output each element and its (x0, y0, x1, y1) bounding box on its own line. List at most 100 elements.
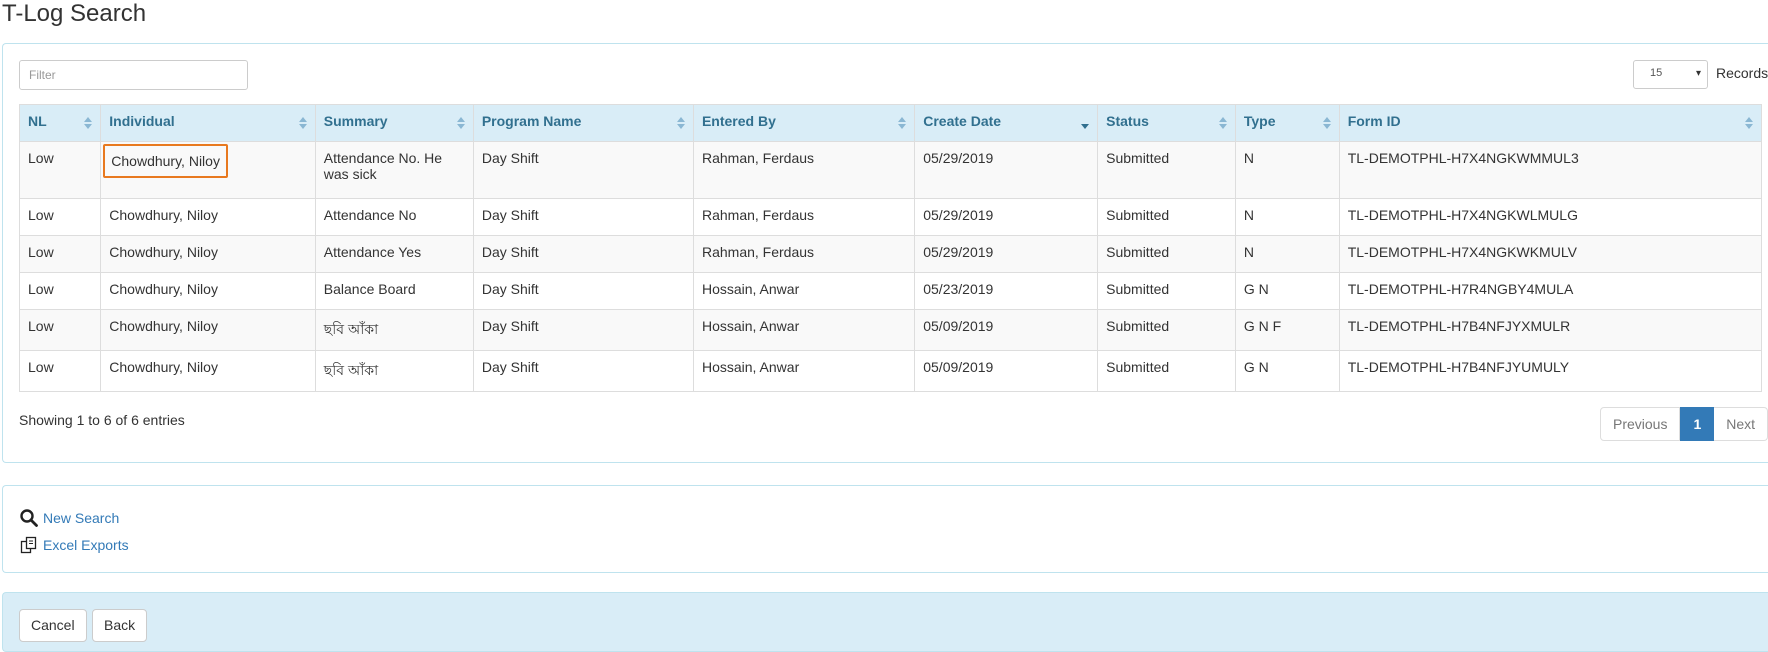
pagination-page-1[interactable]: 1 (1680, 407, 1715, 441)
cell-individual-highlighted[interactable]: Chowdhury, Niloy (103, 144, 228, 178)
column-header-summary[interactable]: Summary (314, 104, 474, 142)
results-panel: 15 ▾ Records NL Individual Summary Progr… (2, 43, 1768, 463)
back-button[interactable]: Back (92, 609, 148, 642)
page-title: T-Log Search (2, 0, 147, 27)
column-header-label: Status (1106, 113, 1149, 129)
cell-individual: Chowdhury, Niloy (100, 198, 316, 236)
chevron-down-icon: ▾ (1695, 68, 1701, 79)
sort-icon (456, 117, 465, 129)
cell-form-id: TL-DEMOTPHL-H7B4NFJYXMULR (1338, 309, 1763, 351)
column-header-program-name[interactable]: Program Name (472, 104, 694, 142)
cell-type: G N (1234, 350, 1340, 392)
cell-summary: ছবি আঁকা (314, 350, 474, 392)
cell-individual: Chowdhury, Niloy (100, 272, 316, 310)
tlog-table: NL Individual Summary Program Name Enter… (18, 104, 1763, 392)
cell-nl: Low (18, 141, 102, 199)
cell-create-date: 05/29/2019 (914, 198, 1099, 236)
table-row[interactable]: Low Chowdhury, Niloy Attendance No Day S… (18, 198, 1763, 236)
column-header-label: Summary (323, 113, 388, 129)
cell-individual: Chowdhury, Niloy (100, 350, 316, 392)
records-per-page-select[interactable]: 15 ▾ (1633, 60, 1708, 89)
cell-individual: Chowdhury, Niloy (100, 235, 316, 273)
cell-form-id: TL-DEMOTPHL-H7X4NGKWMMUL3 (1338, 141, 1763, 199)
cell-status: Submitted (1097, 198, 1236, 236)
cell-type: G N (1234, 272, 1340, 310)
sort-icon (1322, 117, 1331, 129)
sort-icon (298, 117, 307, 129)
cell-program-name: Day Shift (472, 309, 694, 351)
pagination-next-button[interactable]: Next (1714, 407, 1768, 441)
cell-nl: Low (18, 309, 102, 351)
cell-summary: Attendance No. He was sick (314, 141, 474, 199)
table-row[interactable]: Low Chowdhury, Niloy Balance Board Day S… (18, 272, 1763, 310)
column-header-nl[interactable]: NL (18, 104, 102, 142)
cell-nl: Low (18, 198, 102, 236)
column-header-label: Create Date (923, 113, 1002, 129)
column-header-individual[interactable]: Individual (100, 104, 316, 142)
cell-program-name: Day Shift (472, 272, 694, 310)
search-icon (19, 508, 39, 528)
cell-entered-by: Rahman, Ferdaus (692, 235, 916, 273)
cell-program-name: Day Shift (472, 350, 694, 392)
cell-create-date: 05/29/2019 (914, 235, 1099, 273)
cell-create-date: 05/23/2019 (914, 272, 1099, 310)
cell-status: Submitted (1097, 309, 1236, 351)
excel-exports-link[interactable]: Excel Exports (19, 535, 129, 555)
column-header-label: Program Name (481, 113, 582, 129)
records-select-value: 15 (1650, 67, 1663, 79)
cell-form-id: TL-DEMOTPHL-H7X4NGKWLMULG (1338, 198, 1763, 236)
column-header-form-id[interactable]: Form ID (1338, 104, 1763, 142)
cell-summary: Attendance Yes (314, 235, 474, 273)
cell-type: G N F (1234, 309, 1340, 351)
cell-form-id: TL-DEMOTPHL-H7B4NFJYUMULY (1338, 350, 1763, 392)
column-header-label: Individual (109, 113, 175, 129)
cell-summary: Balance Board (314, 272, 474, 310)
excel-exports-label: Excel Exports (43, 537, 129, 553)
table-header-row: NL Individual Summary Program Name Enter… (18, 104, 1763, 142)
cell-program-name: Day Shift (472, 235, 694, 273)
cell-summary: ছবি আঁকা (314, 309, 474, 351)
new-search-label: New Search (43, 510, 120, 526)
filter-input[interactable] (19, 60, 248, 90)
cell-nl: Low (18, 272, 102, 310)
cell-type: N (1234, 141, 1340, 199)
cell-entered-by: Rahman, Ferdaus (692, 141, 916, 199)
column-header-create-date[interactable]: Create Date (914, 104, 1099, 142)
cell-individual[interactable]: Chowdhury, Niloy (100, 141, 316, 199)
cell-summary: Attendance No (314, 198, 474, 236)
sort-icon (84, 117, 93, 129)
table-row[interactable]: Low Chowdhury, Niloy Attendance No. He w… (18, 141, 1763, 199)
cell-type: N (1234, 235, 1340, 273)
pagination: Previous 1 Next (1600, 407, 1768, 441)
column-header-label: NL (28, 113, 47, 129)
pagination-previous-button[interactable]: Previous (1600, 407, 1681, 441)
cell-nl: Low (18, 235, 102, 273)
actions-panel: Cancel Back (2, 592, 1768, 652)
cell-status: Submitted (1097, 235, 1236, 273)
cell-program-name: Day Shift (472, 141, 694, 199)
cell-type: N (1234, 198, 1340, 236)
cell-create-date: 05/09/2019 (914, 350, 1099, 392)
table-row[interactable]: Low Chowdhury, Niloy Attendance Yes Day … (18, 235, 1763, 273)
column-header-status[interactable]: Status (1097, 104, 1236, 142)
cell-status: Submitted (1097, 141, 1236, 199)
records-label: Records (1716, 65, 1768, 81)
links-panel: New Search Excel Exports (2, 485, 1768, 573)
sort-desc-icon (1081, 117, 1090, 129)
sort-icon (1745, 117, 1753, 129)
column-header-label: Form ID (1347, 113, 1401, 129)
column-header-label: Type (1243, 113, 1276, 129)
cell-status: Submitted (1097, 272, 1236, 310)
cell-program-name: Day Shift (472, 198, 694, 236)
cancel-button[interactable]: Cancel (19, 609, 87, 642)
new-search-link[interactable]: New Search (19, 508, 119, 528)
column-header-type[interactable]: Type (1234, 104, 1340, 142)
table-row[interactable]: Low Chowdhury, Niloy ছবি আঁকা Day Shift … (18, 350, 1763, 392)
table-info: Showing 1 to 6 of 6 entries (19, 412, 185, 428)
cell-form-id: TL-DEMOTPHL-H7R4NGBY4MULA (1338, 272, 1763, 310)
cell-create-date: 05/29/2019 (914, 141, 1099, 199)
cell-entered-by: Hossain, Anwar (692, 272, 916, 310)
table-row[interactable]: Low Chowdhury, Niloy ছবি আঁকা Day Shift … (18, 309, 1763, 351)
column-header-entered-by[interactable]: Entered By (692, 104, 916, 142)
sort-icon (898, 117, 907, 129)
